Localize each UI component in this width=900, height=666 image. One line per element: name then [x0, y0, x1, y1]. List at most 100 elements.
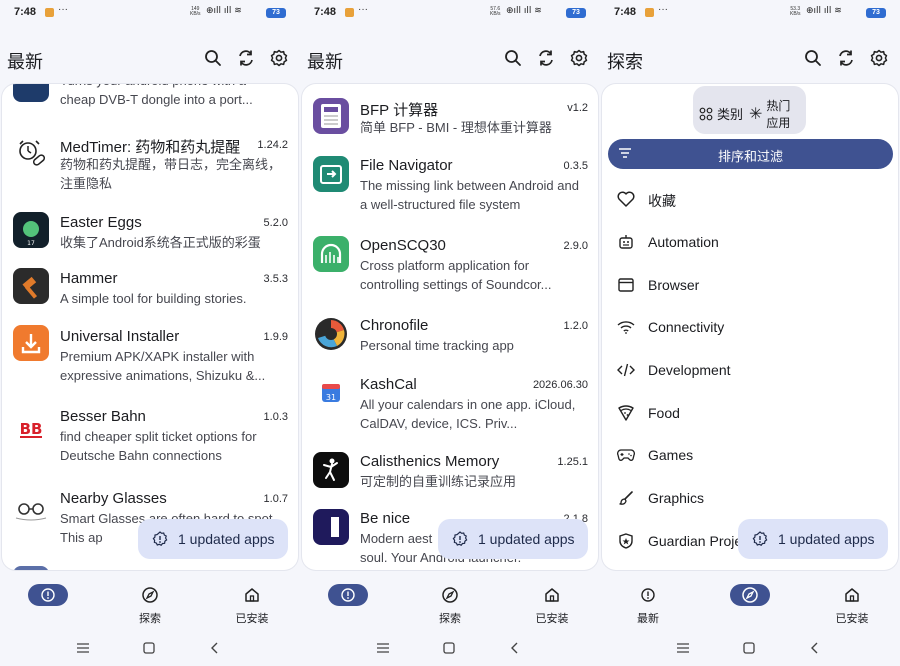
app-icon — [13, 84, 49, 102]
list-item[interactable]: Chronofile 1.2.0 Personal time tracking … — [302, 316, 598, 360]
refresh-icon[interactable] — [535, 47, 557, 69]
status-bar: 7:48 ··· 53.3 KB/s ⊕ıll ıll ≋ 73 — [600, 0, 900, 28]
refresh-icon[interactable] — [835, 47, 857, 69]
app-name: Easter Eggs — [60, 214, 142, 231]
status-bar: 7:48 ··· 57.6 KB/s ⊕ıll ıll ≋ 73 — [300, 0, 600, 28]
category-favorites[interactable]: 收藏 — [600, 179, 900, 219]
view-toggle: 类别 ✳ 热门 应用 — [693, 86, 806, 134]
app-list[interactable]: BFP 计算器 v1.2 简单 BFP - BMI - 理想体重计算器 File… — [302, 84, 598, 570]
nav-latest[interactable]: 最新 — [608, 578, 688, 626]
back-icon[interactable] — [507, 640, 523, 656]
app-name: Hammer — [60, 270, 118, 287]
app-name: Universal Installer — [60, 328, 180, 345]
pizza-icon — [616, 403, 636, 423]
category-connectivity[interactable]: Connectivity — [600, 307, 900, 347]
updated-apps-button[interactable]: 1 updated apps — [438, 519, 588, 559]
glasses-icon — [13, 492, 49, 528]
app-description: 药物和药丸提醒，带日志，完全离线，注重隐私 — [60, 157, 282, 191]
status-bar: 7:48 ··· 149 KB/s ⊕ıll ıll ≋ 73 — [0, 0, 300, 28]
list-item[interactable]: 31 KashCal 2026.06.30 All your calendars… — [302, 375, 598, 437]
app-bar: 探索 — [600, 44, 900, 74]
back-icon[interactable] — [807, 640, 823, 656]
system-navigation — [0, 636, 300, 660]
menu-icon[interactable] — [675, 640, 691, 656]
nav-installed[interactable]: 已安装 — [812, 578, 892, 626]
app-description: All your calendars in one app. iCloud, C… — [360, 397, 576, 431]
app-description: Cross platform application for controlli… — [360, 258, 552, 292]
search-icon[interactable] — [802, 47, 824, 69]
screen-explore: 7:48 ··· 53.3 KB/s ⊕ıll ıll ≋ 73 探索 类别 ✳ … — [600, 0, 900, 666]
page-title: 最新 — [307, 52, 343, 72]
category-development[interactable]: Development — [600, 350, 900, 390]
nav-latest[interactable] — [8, 578, 88, 606]
app-icon — [13, 566, 49, 570]
home-square-icon[interactable] — [741, 640, 757, 656]
nav-installed[interactable]: 已安装 — [512, 578, 592, 626]
menu-icon[interactable] — [75, 640, 91, 656]
nav-explore-label: 探索 — [439, 613, 461, 625]
network-speed: 149 KB/s — [190, 6, 201, 17]
refresh-icon[interactable] — [235, 47, 257, 69]
list-item[interactable]: 17 Easter Eggs 5.2.0 收集了Android系统各正式版的彩蛋 — [2, 212, 298, 256]
list-item[interactable]: File Navigator 0.3.5 The missing link be… — [302, 156, 598, 218]
svg-text:17: 17 — [27, 240, 35, 247]
home-square-icon[interactable] — [141, 640, 157, 656]
compass-icon — [430, 584, 470, 606]
updated-apps-button[interactable]: 1 updated apps — [738, 519, 888, 559]
notification-icon — [645, 8, 654, 17]
category-automation[interactable]: Automation — [600, 222, 900, 262]
battery-icon: 73 — [566, 8, 586, 18]
search-icon[interactable] — [202, 47, 224, 69]
category-browser[interactable]: Browser — [600, 265, 900, 305]
settings-icon[interactable] — [868, 47, 890, 69]
nav-explore[interactable]: 探索 — [410, 578, 490, 626]
file-navigator-icon — [313, 156, 349, 192]
app-name: MedTimer: 药物和药丸提醒 — [60, 139, 241, 156]
list-item[interactable]: MedTimer: 药物和药丸提醒 1.24.2 药物和药丸提醒，带日志，完全离… — [2, 134, 298, 196]
system-navigation — [300, 636, 600, 660]
sort-filter-button[interactable]: 排序和过滤 — [608, 139, 893, 169]
app-description: 简单 BFP - BMI - 理想体重计算器 — [360, 120, 552, 135]
category-graphics[interactable]: Graphics — [600, 478, 900, 518]
info-icon — [452, 531, 468, 546]
back-icon[interactable] — [207, 640, 223, 656]
list-item[interactable]: BFP 计算器 v1.2 简单 BFP - BMI - 理想体重计算器 — [302, 98, 598, 138]
list-item[interactable]: Turns your android phone with a cheap DV… — [2, 84, 298, 112]
bottom-navigation: 最新 已安装 — [600, 578, 900, 626]
list-item[interactable]: OpenSCQ30 2.9.0 Cross platform applicati… — [302, 236, 598, 298]
category-label: Guardian Proje — [648, 533, 743, 549]
nav-latest[interactable] — [308, 578, 388, 606]
updated-apps-label: 1 updated apps — [778, 531, 875, 547]
menu-icon[interactable] — [375, 640, 391, 656]
category-label: Games — [648, 447, 694, 463]
nav-latest-label: 最新 — [637, 613, 659, 625]
app-list[interactable]: Turns your android phone with a cheap DV… — [2, 84, 298, 570]
brush-icon — [616, 488, 636, 508]
category-food[interactable]: Food — [600, 393, 900, 433]
updated-apps-button[interactable]: 1 updated apps — [138, 519, 288, 559]
category-label: Food — [648, 405, 680, 421]
nav-explore[interactable]: 探索 — [110, 578, 190, 626]
home-icon — [232, 584, 272, 606]
category-games[interactable]: Games — [600, 435, 900, 475]
nav-installed[interactable]: 已安装 — [212, 578, 292, 626]
settings-icon[interactable] — [268, 47, 290, 69]
browser-icon — [616, 275, 636, 295]
chip-popular[interactable]: ✳ 热门 应用 — [749, 98, 790, 132]
search-icon[interactable] — [502, 47, 524, 69]
notification-icon — [45, 8, 54, 17]
list-item[interactable]: Hammer 3.5.3 A simple tool for building … — [2, 268, 298, 312]
network-speed: 53.3 KB/s — [790, 6, 801, 17]
nav-explore[interactable] — [710, 578, 790, 606]
nav-installed-label: 已安装 — [835, 613, 869, 625]
home-square-icon[interactable] — [441, 640, 457, 656]
list-item[interactable]: BB Besser Bahn 1.0.3 find cheaper split … — [2, 406, 298, 468]
chip-categories[interactable]: 类别 — [699, 104, 743, 123]
list-item[interactable]: Calisthenics Memory 1.25.1 可定制的自重训练记录应用 — [302, 452, 598, 496]
chip-categories-label: 类别 — [717, 107, 744, 122]
settings-icon[interactable] — [568, 47, 590, 69]
app-version: 1.0.3 — [263, 411, 288, 423]
list-item[interactable] — [2, 562, 298, 570]
list-item[interactable]: Universal Installer 1.9.9 Premium APK/XA… — [2, 325, 298, 387]
hammer-icon — [13, 268, 49, 304]
